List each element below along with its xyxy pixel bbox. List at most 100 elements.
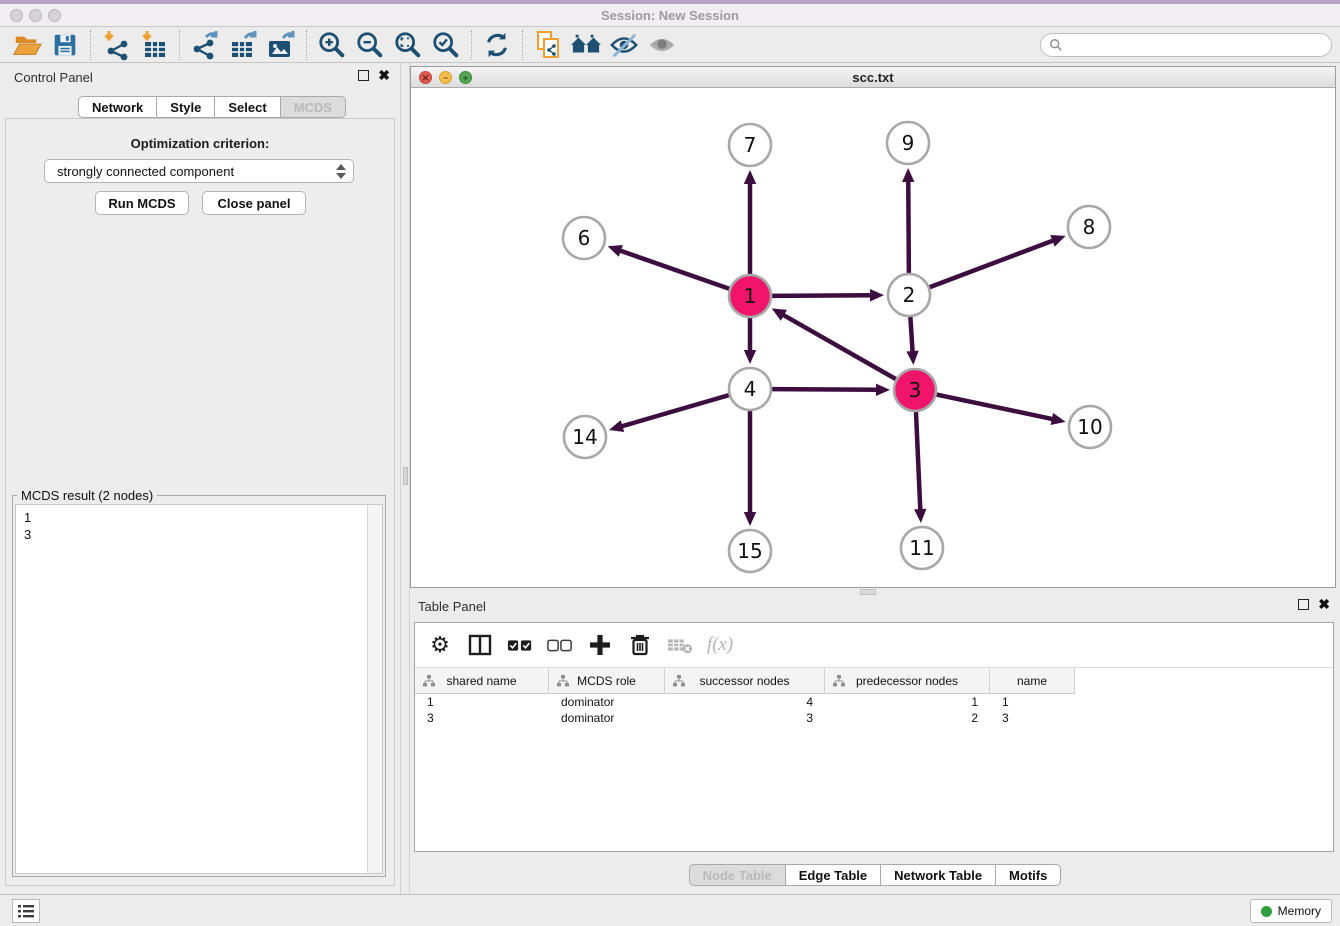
graph-edge[interactable]	[744, 318, 756, 364]
close-panel-button[interactable]: Close panel	[202, 191, 306, 215]
graph-node-14[interactable]: 14	[564, 416, 606, 458]
table-row[interactable]: 3dominator323	[415, 710, 1075, 726]
zoom-selected-icon[interactable]	[427, 29, 465, 61]
graph-node-2[interactable]: 2	[888, 274, 930, 316]
import-table-icon[interactable]	[135, 29, 173, 61]
graph-node-label: 10	[1077, 415, 1102, 439]
table-cell[interactable]: 1	[415, 694, 549, 710]
memory-button[interactable]: Memory	[1250, 899, 1332, 923]
delete-icon[interactable]	[627, 632, 653, 658]
network-snapshot-icon[interactable]	[529, 29, 567, 61]
table-cell[interactable]: 3	[665, 710, 825, 726]
delete-table-icon[interactable]	[667, 632, 693, 658]
table-row[interactable]: 1dominator411	[415, 694, 1075, 710]
table-cell[interactable]: 1	[825, 694, 990, 710]
graph-edge[interactable]	[937, 395, 1066, 425]
table-tab-node-table[interactable]: Node Table	[689, 864, 786, 886]
table-cell[interactable]: dominator	[549, 694, 665, 710]
graph-edge[interactable]	[930, 235, 1066, 287]
graph-edge[interactable]	[608, 245, 730, 289]
show-all-icon[interactable]	[643, 29, 681, 61]
vertical-splitter[interactable]	[400, 63, 410, 894]
graph-edge[interactable]	[772, 384, 890, 396]
graph-edge[interactable]	[609, 395, 729, 432]
select-all-icon[interactable]	[507, 632, 533, 658]
graph-edge[interactable]	[902, 168, 914, 273]
graph-node-9[interactable]: 9	[887, 122, 929, 164]
graph-edge[interactable]	[744, 411, 756, 526]
first-neighbors-icon[interactable]	[567, 29, 605, 61]
gear-icon[interactable]: ⚙	[427, 632, 453, 658]
graph-node-label: 9	[902, 131, 915, 155]
status-bar: Memory	[0, 894, 1340, 926]
splitter-handle[interactable]	[403, 467, 408, 485]
network-window-titlebar[interactable]: ✕ − + scc.txt	[411, 67, 1335, 88]
graph-edge[interactable]	[744, 170, 756, 274]
table-header-row: shared nameMCDS rolesuccessor nodesprede…	[415, 668, 1075, 694]
table-cell[interactable]: dominator	[549, 710, 665, 726]
column-header-name[interactable]: name	[990, 668, 1075, 694]
float-table-panel-icon[interactable]	[1298, 599, 1309, 610]
task-history-button[interactable]	[12, 899, 40, 923]
zoom-in-icon[interactable]	[313, 29, 351, 61]
result-scrollbar[interactable]	[367, 505, 382, 873]
graph-node-3[interactable]: 3	[894, 369, 936, 411]
zoom-fit-icon[interactable]	[389, 29, 427, 61]
table-tab-network-table[interactable]: Network Table	[881, 864, 996, 886]
export-table-icon[interactable]	[224, 29, 262, 61]
mcds-result-title: MCDS result (2 nodes)	[17, 488, 157, 503]
graph-node-10[interactable]: 10	[1069, 406, 1111, 448]
control-panel-header: Control Panel ✖	[0, 66, 400, 90]
refresh-layout-icon[interactable]	[478, 29, 516, 61]
graph-node-11[interactable]: 11	[901, 527, 943, 569]
horizontal-splitter-handle[interactable]	[860, 589, 876, 595]
tab-style[interactable]: Style	[157, 96, 215, 118]
toolbar-separator	[522, 30, 523, 60]
search-input[interactable]	[1040, 33, 1332, 57]
column-header-shared-name[interactable]: shared name	[415, 668, 549, 694]
graph-edge[interactable]	[772, 308, 896, 379]
export-network-icon[interactable]	[186, 29, 224, 61]
graph-node-7[interactable]: 7	[729, 124, 771, 166]
graph-edge[interactable]	[906, 317, 918, 365]
column-header-successor-nodes[interactable]: successor nodes	[665, 668, 825, 694]
graph-node-6[interactable]: 6	[563, 217, 605, 259]
table-tab-edge-table[interactable]: Edge Table	[786, 864, 881, 886]
table-cell[interactable]: 3	[415, 710, 549, 726]
graph-node-4[interactable]: 4	[729, 368, 771, 410]
graph-node-8[interactable]: 8	[1068, 206, 1110, 248]
graph-node-1[interactable]: 1	[729, 275, 771, 317]
deselect-all-icon[interactable]	[547, 632, 573, 658]
table-cell[interactable]: 1	[990, 694, 1075, 710]
column-header-MCDS-role[interactable]: MCDS role	[549, 668, 665, 694]
table-cell[interactable]: 4	[665, 694, 825, 710]
criterion-select[interactable]: strongly connected component	[44, 159, 354, 183]
tab-network[interactable]: Network	[78, 96, 157, 118]
network-graph[interactable]: 7 9 6 8 1 2 4 3 14 10 15 11	[411, 88, 1335, 587]
column-header-predecessor-nodes[interactable]: predecessor nodes	[825, 668, 990, 694]
save-session-icon[interactable]	[46, 29, 84, 61]
tab-mcds[interactable]: MCDS	[281, 96, 346, 118]
export-image-icon[interactable]	[262, 29, 300, 61]
graph-node-15[interactable]: 15	[729, 530, 771, 572]
open-session-icon[interactable]	[8, 29, 46, 61]
split-columns-icon[interactable]	[467, 632, 493, 658]
close-table-panel-icon[interactable]: ✖	[1318, 599, 1330, 610]
graph-edge[interactable]	[772, 289, 884, 301]
node-table-box: ⚙ f(x)	[414, 622, 1334, 852]
table-cell[interactable]: 2	[825, 710, 990, 726]
graph-edge[interactable]	[914, 412, 926, 523]
zoom-out-icon[interactable]	[351, 29, 389, 61]
close-panel-icon[interactable]: ✖	[378, 70, 390, 81]
tab-select[interactable]: Select	[215, 96, 280, 118]
run-mcds-button[interactable]: Run MCDS	[95, 191, 189, 215]
toolbar-separator	[90, 30, 91, 60]
hide-selected-icon[interactable]	[605, 29, 643, 61]
add-column-icon[interactable]	[587, 632, 613, 658]
function-builder-icon[interactable]: f(x)	[707, 632, 733, 658]
table-cell[interactable]: 3	[990, 710, 1075, 726]
float-panel-icon[interactable]	[358, 70, 369, 81]
import-network-icon[interactable]	[97, 29, 135, 61]
table-tab-motifs[interactable]: Motifs	[996, 864, 1061, 886]
graph-node-label: 8	[1083, 215, 1096, 239]
